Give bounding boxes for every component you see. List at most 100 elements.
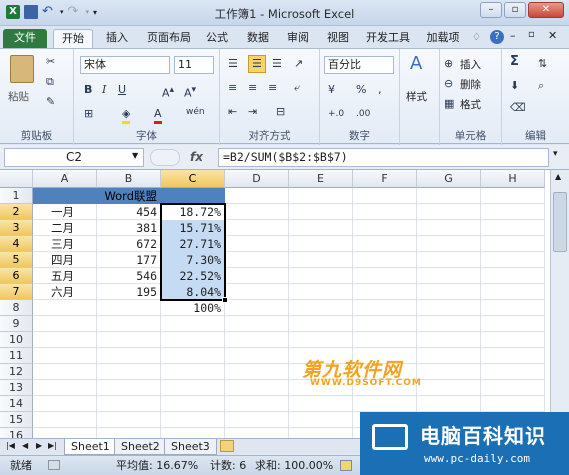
cell-value[interactable]: 177 [97, 252, 161, 268]
cell[interactable] [161, 428, 225, 438]
align-top-icon[interactable]: ☰ [228, 57, 238, 71]
vertical-scrollbar[interactable]: ▲ [550, 170, 569, 438]
cell[interactable] [97, 300, 161, 316]
delete-cells-button[interactable]: 删除 [460, 77, 481, 92]
number-format-select[interactable]: 百分比 [324, 56, 394, 74]
row-header-6[interactable]: 6 [0, 268, 33, 284]
cell-month[interactable]: 一月 [33, 204, 97, 220]
scroll-up-icon[interactable]: ▲ [555, 172, 561, 181]
comma-style-icon[interactable]: , [378, 83, 382, 97]
cell[interactable] [353, 332, 417, 348]
cell-value[interactable]: 381 [97, 220, 161, 236]
fill-icon[interactable]: ⬇ [510, 79, 519, 93]
cell[interactable] [33, 316, 97, 332]
cell[interactable] [289, 236, 353, 252]
column-header-c[interactable]: C [161, 170, 225, 188]
tab-page-layout[interactable]: 页面布局 [140, 29, 198, 48]
scroll-thumb[interactable] [553, 192, 567, 252]
normal-view-icon[interactable] [340, 460, 352, 471]
cell[interactable] [225, 348, 289, 364]
align-middle-icon[interactable]: ☰ [248, 55, 266, 73]
tab-view[interactable]: 视图 [321, 29, 355, 48]
cell[interactable] [417, 300, 481, 316]
cell[interactable] [225, 220, 289, 236]
shrink-font-icon[interactable]: A▾ [184, 83, 196, 101]
borders-icon[interactable]: ⊞ [84, 107, 93, 121]
row-header-2[interactable]: 2 [0, 204, 33, 220]
minimize-button[interactable]: – [480, 2, 502, 18]
align-center-icon[interactable]: ≡ [248, 81, 257, 95]
cell[interactable] [225, 252, 289, 268]
styles-button[interactable]: 样式 [406, 89, 427, 104]
cell[interactable] [33, 364, 97, 380]
cell[interactable] [481, 316, 545, 332]
cell[interactable] [225, 316, 289, 332]
macro-record-icon[interactable] [48, 460, 60, 470]
cell[interactable] [97, 348, 161, 364]
autosum-icon[interactable]: Σ [510, 55, 519, 69]
tab-insert[interactable]: 插入 [98, 29, 136, 48]
percent-style-icon[interactable]: % [356, 83, 366, 97]
column-header-h[interactable]: H [481, 170, 545, 188]
format-painter-icon[interactable]: ✎ [46, 95, 55, 109]
cell[interactable] [353, 188, 417, 204]
cell[interactable] [481, 268, 545, 284]
cell[interactable] [481, 252, 545, 268]
cell[interactable] [289, 332, 353, 348]
worksheet-grid[interactable]: A B C D E F G H 1 2 3 4 5 6 7 8 9 10 11 12 13 14 15 16 Word联盟 一月 4… [0, 170, 550, 438]
cell[interactable] [353, 396, 417, 412]
cell[interactable] [289, 204, 353, 220]
row-header-4[interactable]: 4 [0, 236, 33, 252]
cell[interactable] [289, 252, 353, 268]
cell-month[interactable]: 六月 [33, 284, 97, 300]
column-header-f[interactable]: F [353, 170, 417, 188]
cell[interactable] [161, 412, 225, 428]
cell[interactable] [225, 300, 289, 316]
cell[interactable] [33, 396, 97, 412]
decrease-indent-icon[interactable]: ⇤ [228, 105, 237, 119]
cell[interactable] [353, 236, 417, 252]
select-all-corner[interactable] [0, 170, 33, 188]
cell[interactable] [33, 428, 97, 438]
cell[interactable] [481, 204, 545, 220]
cell[interactable] [481, 332, 545, 348]
align-bottom-icon[interactable]: ☰ [272, 57, 282, 71]
formula-input[interactable]: =B2/SUM($B$2:$B$7) [218, 148, 549, 167]
cell[interactable] [33, 300, 97, 316]
cell[interactable] [33, 348, 97, 364]
cell[interactable] [353, 316, 417, 332]
cell[interactable] [289, 428, 353, 438]
cell-value[interactable]: 195 [97, 284, 161, 300]
clear-icon[interactable]: ⌫ [510, 101, 526, 115]
cell[interactable] [417, 348, 481, 364]
find-select-icon[interactable]: ⌕ [538, 79, 544, 93]
cell[interactable] [481, 188, 545, 204]
cell-c8-total[interactable]: 100% [161, 300, 225, 316]
tab-addins[interactable]: 加载项 [420, 29, 466, 48]
styles-icon[interactable]: A [410, 55, 422, 73]
cell[interactable] [225, 204, 289, 220]
cell-value[interactable]: 546 [97, 268, 161, 284]
cell-value[interactable]: 672 [97, 236, 161, 252]
insert-cells-button[interactable]: 插入 [460, 57, 481, 72]
cell[interactable] [33, 412, 97, 428]
italic-icon[interactable]: I [102, 83, 106, 97]
cell[interactable] [225, 428, 289, 438]
cell[interactable] [481, 236, 545, 252]
cell-month[interactable]: 二月 [33, 220, 97, 236]
insert-function-icon[interactable]: fx [190, 150, 203, 164]
cell[interactable] [481, 348, 545, 364]
cell[interactable] [417, 332, 481, 348]
cell-value[interactable]: 454 [97, 204, 161, 220]
sort-filter-icon[interactable]: ⇅ [538, 57, 547, 71]
cell[interactable] [97, 428, 161, 438]
row-header-1[interactable]: 1 [0, 188, 33, 204]
cell[interactable] [481, 364, 545, 380]
cell[interactable] [225, 268, 289, 284]
cell[interactable] [225, 284, 289, 300]
cell[interactable] [353, 268, 417, 284]
tab-formulas[interactable]: 公式 [200, 29, 234, 48]
fill-color-icon[interactable]: ◈ [122, 107, 131, 124]
cell[interactable] [161, 364, 225, 380]
cell[interactable] [33, 332, 97, 348]
